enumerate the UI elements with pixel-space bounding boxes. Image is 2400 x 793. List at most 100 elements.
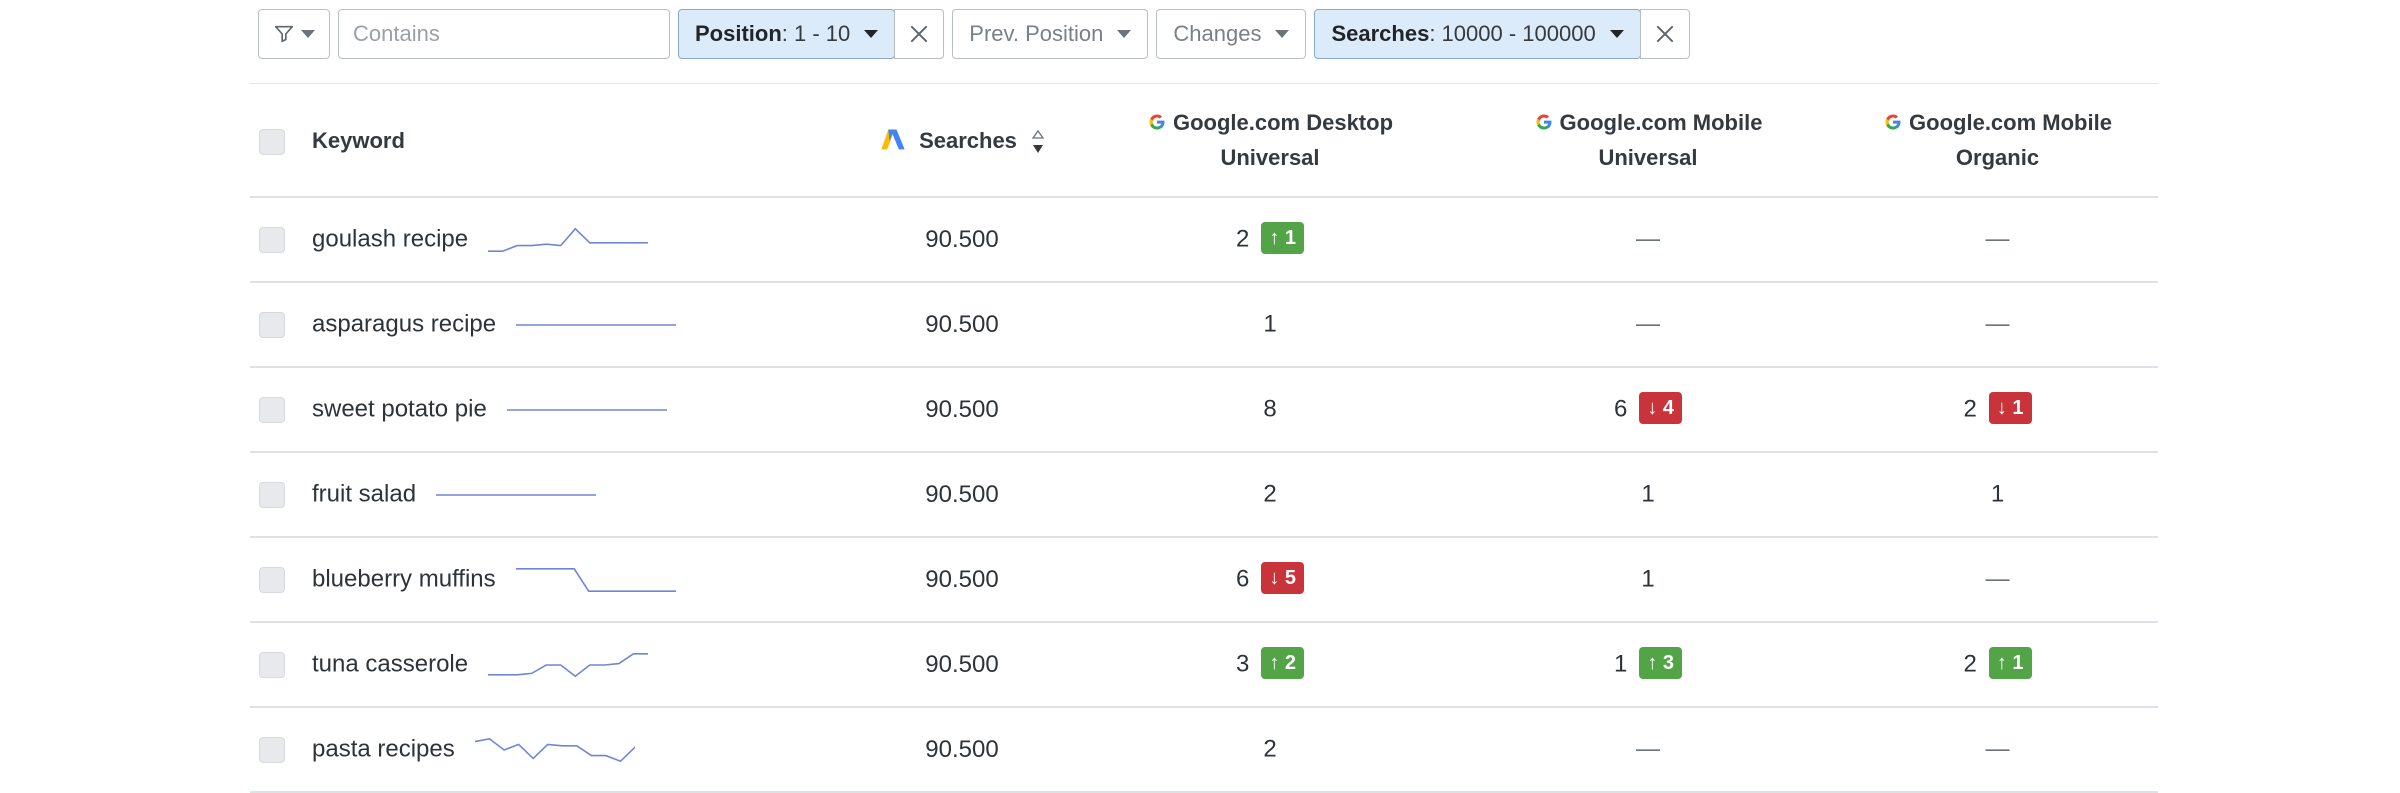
mobile-organic-subtitle: Organic xyxy=(1955,145,2040,170)
table-row[interactable]: fruit salad 90.500 2 1 1 xyxy=(250,452,2158,538)
position-value: — xyxy=(1985,310,2010,338)
close-icon xyxy=(1656,25,1674,43)
desktop-universal-header[interactable]: Google.com Desktop Universal xyxy=(1081,84,1459,198)
trend-sparkline xyxy=(506,409,667,411)
row-select-cell xyxy=(250,707,294,793)
row-checkbox[interactable] xyxy=(259,227,285,254)
prev-position-label: Prev. Position xyxy=(969,21,1104,46)
row-checkbox[interactable] xyxy=(259,567,285,594)
searches-cell: 90.500 xyxy=(843,622,1081,708)
mobile-organic-cell: 2 ↓ 1 xyxy=(1837,367,2158,453)
row-checkbox[interactable] xyxy=(259,737,285,764)
sort-icon xyxy=(1031,129,1045,153)
arrow-down-icon: ↓ xyxy=(1647,396,1658,419)
position-value: — xyxy=(1636,225,1660,253)
row-select-cell xyxy=(250,367,294,453)
clear-searches-filter-button[interactable] xyxy=(1639,9,1690,59)
table-row[interactable]: asparagus recipe 90.500 1 — — xyxy=(250,282,2158,368)
position-value: 1 xyxy=(1990,480,2005,508)
table-body: goulash recipe 90.500 2 ↑ 1— — asparagus reci… xyxy=(250,197,2158,793)
position-value: 1 xyxy=(1641,480,1655,508)
desktop-universal-title: Google.com Desktop xyxy=(1172,110,1394,135)
mobile-universal-cell: 6 ↓ 4 xyxy=(1459,367,1837,453)
position-value: 2 xyxy=(1963,395,1977,423)
keyword-text[interactable]: fruit salad xyxy=(312,481,416,508)
arrow-up-icon: ↑ xyxy=(1269,226,1280,249)
desktop-universal-subtitle: Universal xyxy=(1220,145,1320,170)
google-icon xyxy=(1885,114,1901,130)
keyword-text[interactable]: pasta recipes xyxy=(312,736,455,763)
position-change-badge: ↓ 5 xyxy=(1261,561,1305,594)
position-value: 1 xyxy=(1613,650,1628,678)
contains-input[interactable]: Contains xyxy=(338,9,670,59)
chevron-down-icon xyxy=(1117,30,1132,38)
desktop-universal-cell: 8 xyxy=(1081,367,1459,453)
google-icon xyxy=(1149,114,1165,130)
position-value: 1 xyxy=(1263,310,1277,338)
mobile-universal-cell: 1 xyxy=(1459,452,1837,538)
mobile-organic-cell: — xyxy=(1837,707,2158,793)
prev-position-filter-button[interactable]: Prev. Position xyxy=(952,9,1149,59)
row-select-cell xyxy=(250,537,294,623)
mobile-universal-title: Google.com Mobile xyxy=(1559,110,1763,135)
arrow-down-icon: ↓ xyxy=(1996,396,2007,419)
row-checkbox[interactable] xyxy=(259,397,285,424)
table-row[interactable]: blueberry muffins 90.500 6 ↓ 5 1 — xyxy=(250,537,2158,623)
mobile-organic-header[interactable]: Google.com Mobile Organic xyxy=(1837,84,2158,198)
position-value: 2 xyxy=(1235,225,1250,253)
position-change-value: 3 xyxy=(1662,651,1675,674)
mobile-organic-cell: 2 ↑ 1 xyxy=(1837,622,2158,708)
position-change-value: 1 xyxy=(2012,651,2024,674)
mobile-universal-header[interactable]: Google.com Mobile Universal xyxy=(1459,84,1837,198)
row-checkbox[interactable] xyxy=(259,652,285,679)
trend-sparkline xyxy=(515,567,676,592)
searches-filter-value: : 10000 - 100000 xyxy=(1429,21,1596,46)
table-row[interactable]: sweet potato pie 90.500 8 6 ↓ 4 2 ↓ 1 xyxy=(250,367,2158,453)
keyword-text[interactable]: asparagus recipe xyxy=(312,311,496,338)
keyword-text[interactable]: tuna casserole xyxy=(312,651,468,678)
select-all-checkbox[interactable] xyxy=(259,128,285,155)
keyword-header[interactable]: Keyword xyxy=(294,84,843,198)
keyword-text[interactable]: sweet potato pie xyxy=(312,396,487,423)
select-all-cell xyxy=(250,84,294,198)
position-change-value: 4 xyxy=(1662,396,1675,419)
searches-cell: 90.500 xyxy=(843,367,1081,453)
searches-header[interactable]: Searches xyxy=(843,84,1081,198)
position-change-badge: ↓ 1 xyxy=(1988,391,2032,424)
clear-position-filter-button[interactable] xyxy=(894,9,945,59)
google-ads-icon xyxy=(881,129,905,150)
keyword-cell: asparagus recipe xyxy=(294,282,843,368)
desktop-universal-cell: 6 ↓ 5 xyxy=(1081,537,1459,623)
filter-menu-button[interactable] xyxy=(258,9,330,59)
mobile-universal-subtitle: Universal xyxy=(1598,145,1698,170)
searches-value: 90.500 xyxy=(925,650,999,678)
row-select-cell xyxy=(250,622,294,708)
row-checkbox[interactable] xyxy=(259,482,285,509)
position-value: 6 xyxy=(1613,395,1628,423)
searches-cell: 90.500 xyxy=(843,452,1081,538)
table-row[interactable]: tuna casserole 90.500 3 ↑ 2 1 ↑ 3 2 ↑ 1 xyxy=(250,622,2158,708)
desktop-universal-cell: 3 ↑ 2 xyxy=(1081,622,1459,708)
row-select-cell xyxy=(250,452,294,538)
searches-value: 90.500 xyxy=(925,395,999,423)
searches-header-label: Searches xyxy=(919,127,1017,153)
table-header-row: Keyword Searches Google.com Desktop Univ… xyxy=(250,84,2158,198)
keyword-text[interactable]: goulash recipe xyxy=(312,226,468,253)
mobile-universal-cell: — xyxy=(1459,282,1837,368)
table-row[interactable]: pasta recipes 90.500 2 — — xyxy=(250,707,2158,793)
position-value: 8 xyxy=(1263,395,1277,423)
row-checkbox[interactable] xyxy=(259,312,285,339)
mobile-universal-cell: 1 ↑ 3 xyxy=(1459,622,1837,708)
position-filter-button[interactable]: Position : 1 - 10 xyxy=(678,9,896,59)
desktop-universal-cell: 2 xyxy=(1081,452,1459,538)
table-row[interactable]: goulash recipe 90.500 2 ↑ 1 — — xyxy=(250,197,2158,283)
keyword-cell: blueberry muffins xyxy=(294,537,843,623)
position-value: 2 xyxy=(1263,735,1277,763)
arrow-down-icon: ↓ xyxy=(1269,566,1280,589)
searches-filter-button[interactable]: Searches : 10000 - 100000 xyxy=(1314,9,1641,59)
changes-filter-button[interactable]: Changes xyxy=(1156,9,1307,59)
keyword-cell: goulash recipe xyxy=(294,197,843,283)
keyword-text[interactable]: blueberry muffins xyxy=(312,566,496,593)
close-icon xyxy=(910,25,928,43)
trend-sparkline xyxy=(436,494,597,496)
